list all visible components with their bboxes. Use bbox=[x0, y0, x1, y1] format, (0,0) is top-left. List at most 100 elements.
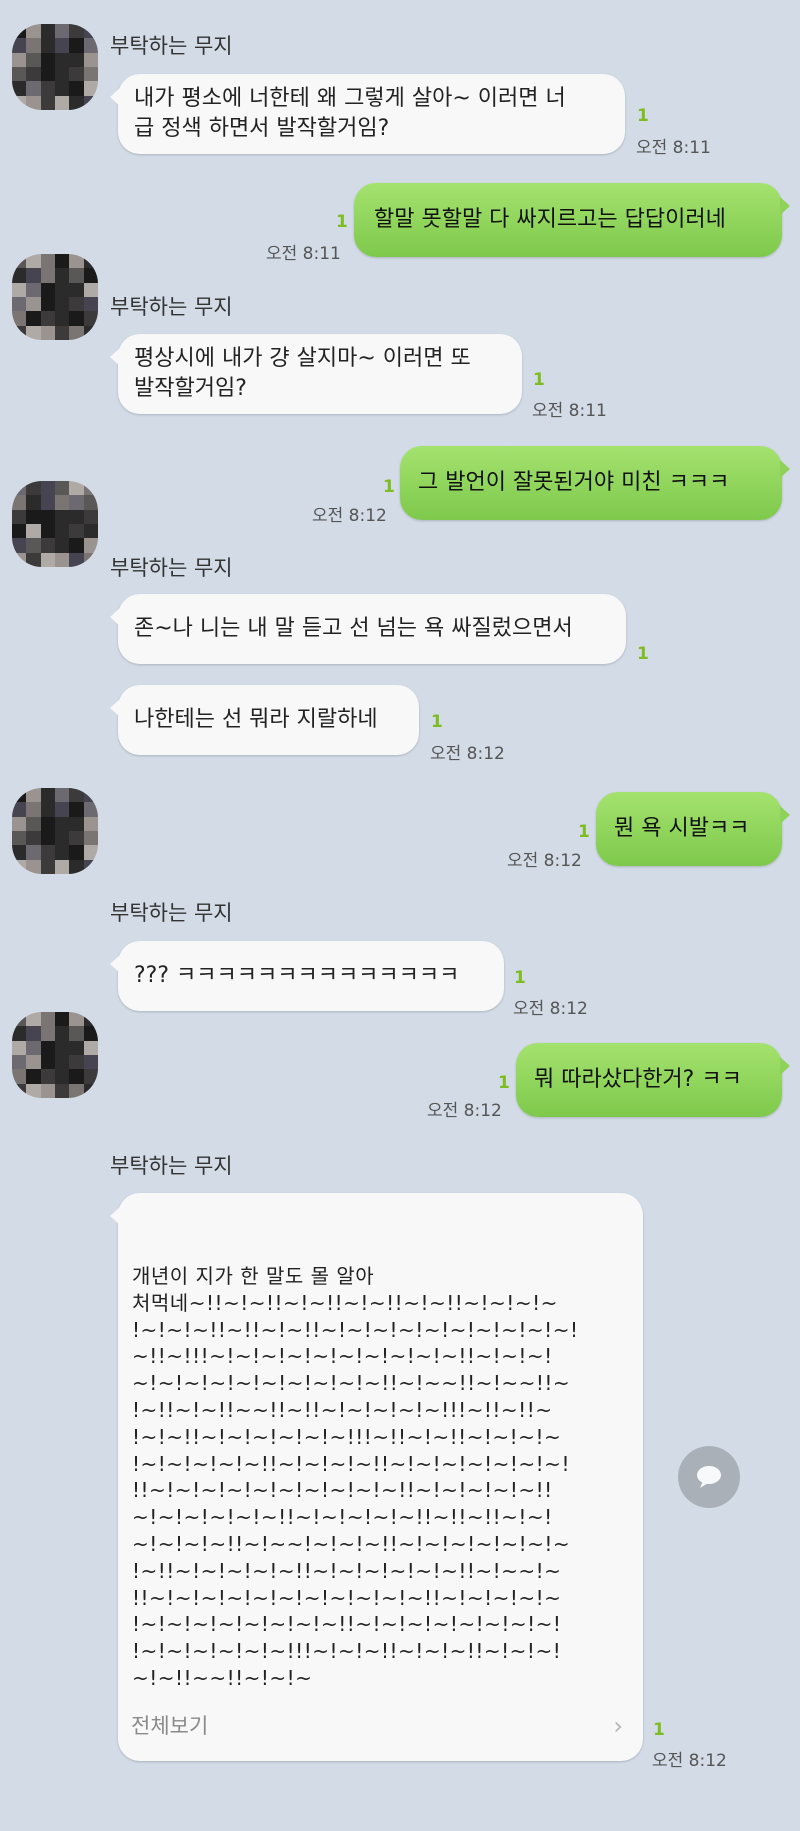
avatar-pixel bbox=[83, 66, 98, 82]
sender-name: 부탁하는 무지 bbox=[110, 901, 233, 925]
unread-count: 1 bbox=[533, 370, 545, 390]
avatar-pixel bbox=[54, 802, 70, 817]
message-bubble-outgoing[interactable]: 뭔 욕 시발ㅋㅋ bbox=[596, 792, 790, 866]
avatar-pixel bbox=[54, 24, 70, 39]
avatar-pixel bbox=[26, 81, 41, 96]
message-time: 오전 8:12 bbox=[652, 1751, 727, 1771]
view-all-row[interactable]: 전체보기 › bbox=[131, 1711, 623, 1747]
avatar-pixel bbox=[83, 325, 98, 340]
avatar-pixel bbox=[12, 95, 27, 110]
avatar-pixel bbox=[40, 481, 55, 496]
avatar-pixel bbox=[83, 816, 98, 831]
sender-name: 부탁하는 무지 bbox=[110, 1154, 233, 1178]
avatar-pixel bbox=[40, 325, 55, 340]
message-time: 오전 8:11 bbox=[532, 401, 607, 421]
avatar-pixel bbox=[54, 509, 70, 524]
message-time: 오전 8:12 bbox=[312, 506, 387, 526]
avatar-pixel bbox=[12, 325, 27, 340]
avatar-pixel bbox=[12, 538, 27, 553]
avatar-pixel bbox=[40, 1012, 55, 1027]
avatar-pixel bbox=[12, 38, 27, 53]
avatar-pixel bbox=[54, 1026, 70, 1041]
avatar-pixel bbox=[54, 325, 70, 340]
avatar-pixel bbox=[26, 325, 41, 340]
avatar[interactable] bbox=[12, 481, 98, 567]
avatar-pixel bbox=[69, 81, 84, 96]
message-time: 오전 8:11 bbox=[266, 244, 341, 264]
avatar-pixel bbox=[83, 282, 98, 297]
avatar-pixel bbox=[40, 538, 55, 553]
avatar-pixel bbox=[26, 1026, 41, 1041]
avatar-pixel bbox=[40, 24, 55, 39]
avatar[interactable] bbox=[12, 24, 98, 110]
chat-bubble-icon bbox=[697, 1466, 721, 1488]
avatar-pixel bbox=[83, 38, 98, 53]
avatar-pixel bbox=[12, 1083, 27, 1098]
avatar-pixel bbox=[12, 816, 27, 831]
unread-count: 1 bbox=[578, 822, 590, 842]
avatar[interactable] bbox=[12, 254, 98, 340]
unread-count: 1 bbox=[637, 106, 649, 126]
avatar-pixel bbox=[40, 1069, 55, 1084]
avatar-pixel bbox=[54, 95, 70, 110]
avatar-pixel bbox=[40, 830, 55, 846]
message-bubble-outgoing[interactable]: 그 발언이 잘못된거야 미친 ㅋㅋㅋ bbox=[400, 446, 790, 520]
message-bubble-incoming[interactable]: 존~나 니는 내 말 듣고 선 넘는 욕 싸질렀으면서 bbox=[110, 594, 626, 664]
avatar-pixel bbox=[83, 802, 98, 817]
message-bubble-incoming[interactable]: 내가 평소에 너한테 왜 그렇게 살아~ 이러면 너 급 정색 하면서 발작할거… bbox=[110, 74, 625, 154]
avatar-pixel bbox=[26, 311, 41, 326]
avatar-pixel bbox=[40, 282, 55, 297]
avatar-pixel bbox=[83, 296, 98, 312]
avatar-pixel bbox=[40, 66, 55, 82]
unread-count: 1 bbox=[336, 212, 348, 232]
avatar-pixel bbox=[26, 1054, 41, 1070]
avatar-pixel bbox=[26, 296, 41, 312]
avatar-pixel bbox=[69, 268, 84, 283]
avatar-pixel bbox=[12, 1040, 27, 1055]
avatar-pixel bbox=[12, 552, 27, 567]
avatar-pixel bbox=[40, 1040, 55, 1055]
avatar-pixel bbox=[12, 788, 27, 803]
avatar-pixel bbox=[40, 296, 55, 312]
avatar-pixel bbox=[26, 254, 41, 269]
avatar-pixel bbox=[12, 830, 27, 846]
avatar-pixel bbox=[40, 38, 55, 53]
sender-name: 부탁하는 무지 bbox=[110, 295, 233, 319]
avatar-pixel bbox=[54, 552, 70, 567]
chat-fab-button[interactable] bbox=[678, 1446, 740, 1508]
avatar-pixel bbox=[83, 52, 98, 67]
avatar-pixel bbox=[83, 859, 98, 874]
avatar-pixel bbox=[40, 1054, 55, 1070]
avatar-pixel bbox=[83, 1040, 98, 1055]
avatar-pixel bbox=[12, 254, 27, 269]
avatar-pixel bbox=[83, 24, 98, 39]
avatar-pixel bbox=[26, 1069, 41, 1084]
unread-count: 1 bbox=[431, 712, 443, 732]
avatar-pixel bbox=[54, 268, 70, 283]
avatar-pixel bbox=[54, 830, 70, 846]
avatar-pixel bbox=[26, 268, 41, 283]
avatar-pixel bbox=[26, 1083, 41, 1098]
avatar[interactable] bbox=[12, 1012, 98, 1098]
message-bubble-incoming[interactable]: 평상시에 내가 걍 살지마~ 이러면 또 발작할거임? bbox=[110, 334, 522, 414]
avatar-pixel bbox=[69, 66, 84, 82]
message-bubble-outgoing[interactable]: 뭐 따라샀다한거? ㅋㅋ bbox=[516, 1043, 790, 1117]
avatar-pixel bbox=[40, 311, 55, 326]
chevron-right-icon: › bbox=[613, 1712, 623, 1740]
avatar-pixel bbox=[26, 52, 41, 67]
avatar-pixel bbox=[69, 481, 84, 496]
avatar-pixel bbox=[83, 1083, 98, 1098]
avatar-pixel bbox=[26, 802, 41, 817]
avatar-pixel bbox=[54, 495, 70, 510]
avatar-pixel bbox=[40, 1083, 55, 1098]
message-bubble-incoming-long[interactable]: 개년이 지가 한 말도 몰 알아 처먹네~!!~!~!!~!~!!~!~!!~!… bbox=[110, 1193, 643, 1761]
message-bubble-incoming[interactable]: ??? ㅋㅋㅋㅋㅋㅋㅋㅋㅋㅋㅋㅋㅋㅋ bbox=[110, 941, 504, 1011]
avatar-pixel bbox=[40, 268, 55, 283]
message-bubble-outgoing[interactable]: 할말 못할말 다 싸지르고는 답답이러네 bbox=[354, 183, 790, 257]
avatar-pixel bbox=[54, 1040, 70, 1055]
avatar-pixel bbox=[40, 523, 55, 539]
avatar-pixel bbox=[26, 552, 41, 567]
avatar-pixel bbox=[83, 81, 98, 96]
message-bubble-incoming[interactable]: 나한테는 선 뭐라 지랄하네 bbox=[110, 685, 419, 755]
avatar[interactable] bbox=[12, 788, 98, 874]
